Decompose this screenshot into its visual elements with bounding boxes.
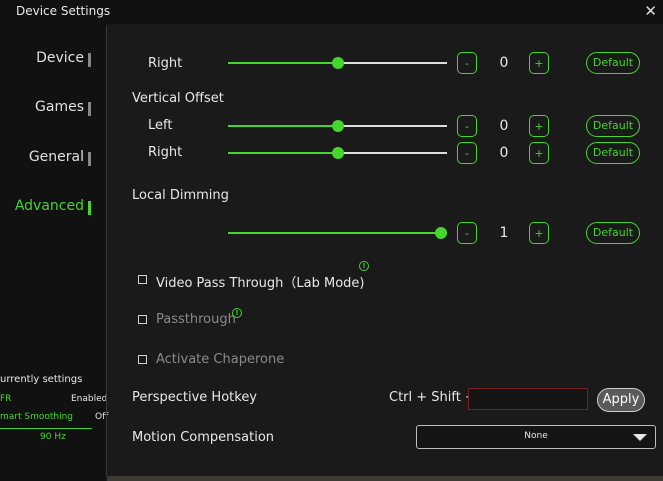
background-strip [107, 476, 663, 481]
window-title: Device Settings [16, 4, 111, 18]
increment-button[interactable]: + [529, 52, 549, 74]
slider-track-fill [228, 125, 338, 127]
vertical-offset-right-value: 0 [499, 145, 509, 161]
local-dimming-slider[interactable] [228, 227, 447, 239]
nav-indicator [88, 102, 91, 116]
motion-compensation-label: Motion Compensation [132, 430, 275, 445]
vertical-offset-right-slider[interactable] [228, 147, 447, 159]
slider-thumb[interactable] [435, 227, 447, 239]
current-settings-title: urrently settings [0, 374, 83, 385]
passthrough-label: Passthrough [156, 312, 236, 327]
default-button[interactable]: Default [586, 115, 640, 137]
info-icon[interactable]: ! [359, 261, 369, 271]
activate-chaperone-label: Activate Chaperone [156, 352, 285, 367]
slider-thumb[interactable] [332, 120, 344, 132]
current-setting-name: mart Smoothing [0, 412, 74, 422]
right-label: Right [148, 145, 183, 160]
title-bar: Device Settings ✕ [0, 0, 663, 24]
decrement-button[interactable]: - [457, 142, 477, 164]
nav-indicator [88, 53, 91, 67]
main-panel: Right - 0 + Default Vertical Offset Left… [107, 24, 663, 481]
close-icon[interactable]: ✕ [644, 2, 657, 20]
nav-item-device[interactable]: Device [36, 50, 91, 67]
right-slider[interactable] [228, 57, 447, 69]
slider-thumb[interactable] [332, 147, 344, 159]
video-pass-through-checkbox[interactable] [138, 275, 147, 284]
apply-button[interactable]: Apply [597, 388, 645, 412]
slider-track-fill [228, 62, 338, 64]
nav-item-label: Games [35, 99, 84, 115]
default-button[interactable]: Default [586, 52, 640, 74]
default-button[interactable]: Default [586, 142, 640, 164]
slider-track-fill [228, 232, 441, 234]
right-label: Right [148, 56, 183, 71]
increment-button[interactable]: + [529, 222, 549, 244]
increment-button[interactable]: + [529, 115, 549, 137]
decrement-button[interactable]: - [457, 52, 477, 74]
nav-item-label: General [28, 149, 84, 165]
nav-indicator [88, 201, 91, 215]
passthrough-checkbox[interactable] [138, 315, 147, 324]
nav-item-games[interactable]: Games [35, 99, 91, 116]
nav-item-label: Advanced [14, 198, 84, 214]
local-dimming-heading: Local Dimming [132, 188, 229, 203]
current-setting-value: Enabled [71, 394, 108, 404]
slider-track [338, 62, 447, 64]
select-value: None [524, 431, 548, 441]
nav-indicator [88, 152, 91, 166]
nav-item-general[interactable]: General [28, 149, 91, 166]
vertical-offset-left-slider[interactable] [228, 120, 447, 132]
vertical-offset-heading: Vertical Offset [132, 91, 224, 106]
slider-track [338, 152, 447, 154]
decrement-button[interactable]: - [457, 115, 477, 137]
video-pass-through-label: Video Pass Through（Lab Mode) [156, 276, 365, 291]
increment-button[interactable]: + [529, 142, 549, 164]
chevron-down-icon [633, 434, 647, 441]
motion-compensation-select[interactable]: None [416, 425, 656, 449]
vertical-offset-left-value: 0 [499, 118, 509, 134]
slider-thumb[interactable] [332, 57, 344, 69]
activate-chaperone-checkbox[interactable] [138, 355, 147, 364]
left-label: Left [148, 118, 173, 133]
hotkey-prefix: Ctrl + Shift + [389, 390, 476, 405]
current-setting-name: FR [0, 394, 12, 404]
right-value: 0 [499, 55, 509, 71]
info-icon[interactable]: ! [232, 308, 242, 318]
slider-track-fill [228, 152, 338, 154]
default-button[interactable]: Default [586, 222, 640, 244]
divider [0, 428, 92, 429]
decrement-button[interactable]: - [457, 222, 477, 244]
perspective-hotkey-label: Perspective Hotkey [132, 390, 258, 405]
slider-track [338, 125, 447, 127]
nav-item-label: Device [36, 50, 84, 66]
refresh-rate-value: 90 Hz [40, 432, 66, 442]
nav-item-advanced[interactable]: Advanced [14, 198, 91, 215]
local-dimming-value: 1 [499, 225, 509, 241]
hotkey-input[interactable] [468, 388, 588, 410]
